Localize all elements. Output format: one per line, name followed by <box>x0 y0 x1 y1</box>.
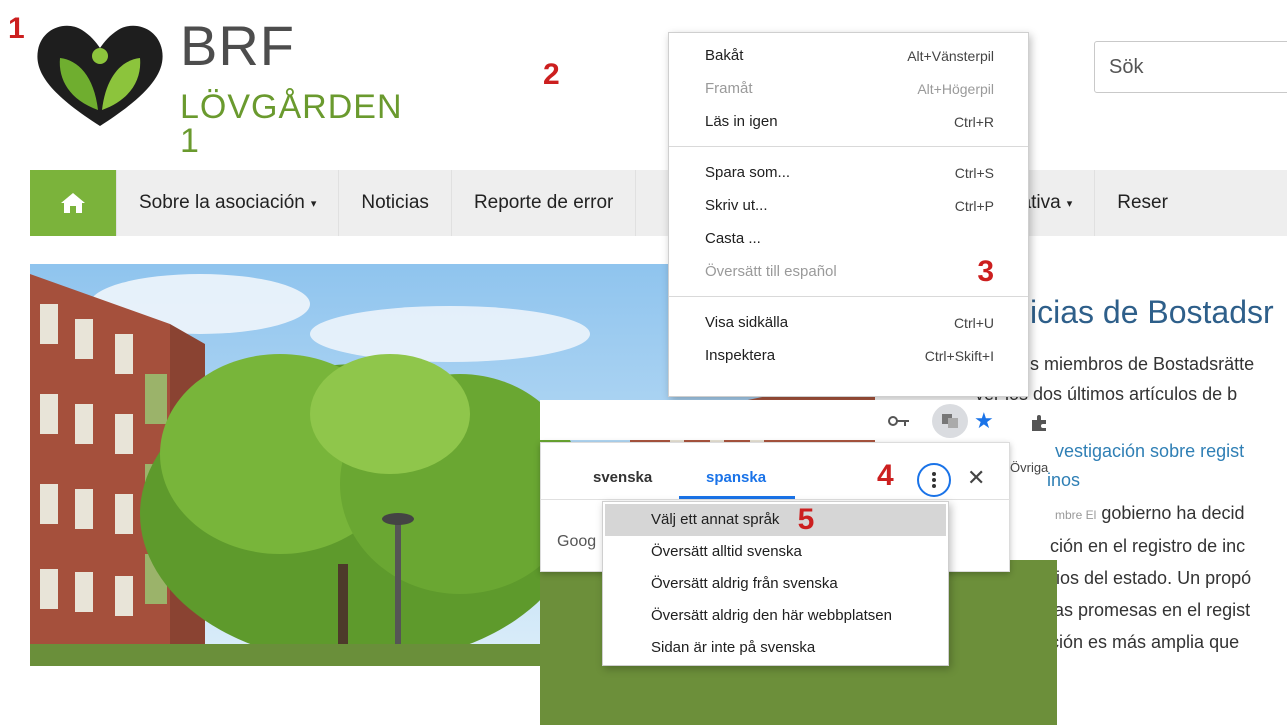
caret-down-icon: ▾ <box>1066 197 1073 210</box>
other-bookmarks-label[interactable]: Övriga <box>1010 460 1048 475</box>
tab-divider <box>541 499 1011 500</box>
menu-separator <box>669 296 1028 297</box>
nav-item-about[interactable]: Sobre la asociación ▾ <box>116 170 340 236</box>
key-icon[interactable] <box>888 414 910 432</box>
menu-item-label: Spara som... <box>705 164 791 181</box>
translate-icon[interactable] <box>932 404 968 438</box>
menu-item-page-not-swedish[interactable]: Sidan är inte på svenska <box>603 632 948 664</box>
menu-item-label: Välj ett annat språk <box>651 511 780 528</box>
main-nav: Sobre la asociación ▾ Noticias Reporte d… <box>30 170 1287 236</box>
search-input[interactable]: Sök <box>1094 41 1287 93</box>
menu-item-shortcut: Ctrl+U <box>953 314 994 331</box>
menu-item-save-as[interactable]: Spara som... Ctrl+S <box>669 156 1028 189</box>
menu-item-back[interactable]: Bakåt Alt+Vänsterpil <box>669 39 1028 72</box>
menu-item-always-translate[interactable]: Översätt alltid svenska <box>603 536 948 568</box>
news-article-link[interactable]: vestigación sobre regist <box>1055 441 1244 462</box>
nav-home[interactable] <box>30 170 116 236</box>
menu-separator <box>669 146 1028 147</box>
translate-options-button[interactable] <box>917 463 951 497</box>
menu-item-inspect[interactable]: Inspektera Ctrl+Skift+I <box>669 339 1028 372</box>
menu-item-label: Översätt till español <box>705 263 837 280</box>
news-body-line: mbre El gobierno ha decid <box>1055 503 1244 524</box>
step-marker-4: 4 <box>877 459 894 492</box>
news-body-line: rios del estado. Un propó <box>1050 568 1252 588</box>
menu-item-reload[interactable]: Läs in igen Ctrl+R <box>669 105 1028 138</box>
tab-spanska[interactable]: spanska <box>706 469 766 486</box>
news-body-line: ción en el registro de inc <box>1050 536 1246 556</box>
menu-item-shortcut: Ctrl+R <box>953 113 994 130</box>
nav-item-reservations[interactable]: Reser <box>1095 170 1190 236</box>
menu-item-choose-language[interactable]: Välj ett annat språk 5 <box>605 504 946 536</box>
step-marker-3: 3 <box>977 254 994 288</box>
menu-item-print[interactable]: Skriv ut... Ctrl+P <box>669 189 1028 222</box>
nav-item-label: Sobre la asociación <box>139 192 305 213</box>
site-logo[interactable]: BRF LÖVGÅRDEN 1 <box>30 8 428 158</box>
extensions-puzzle-icon[interactable] <box>1030 414 1050 437</box>
browser-toolbar-strip <box>540 400 1110 440</box>
menu-item-forward[interactable]: Framåt Alt+Högerpil <box>669 72 1028 105</box>
menu-item-shortcut: Alt+Högerpil <box>917 80 994 97</box>
menu-item-view-source[interactable]: Visa sidkälla Ctrl+U <box>669 306 1028 339</box>
translate-options-menu: Välj ett annat språk 5 Översätt alltid s… <box>602 501 949 666</box>
brand-subtitle: LÖVGÅRDEN 1 <box>180 88 403 160</box>
step-marker-1: 1 <box>8 12 25 45</box>
menu-item-cast[interactable]: Casta ... <box>669 222 1028 255</box>
nav-item-error-report[interactable]: Reporte de error <box>452 170 637 236</box>
news-body-line: las promesas en el regist <box>1050 600 1251 620</box>
news-intro-line: s miembros de Bostadsrätte <box>1030 354 1255 374</box>
google-translate-label: Goog <box>557 533 597 550</box>
step-marker-5: 5 <box>797 503 815 537</box>
menu-item-label: Läs in igen <box>705 113 778 130</box>
menu-item-shortcut: Ctrl+P <box>954 197 994 214</box>
menu-item-translate[interactable]: Översätt till español 3 <box>669 255 1028 288</box>
browser-context-menu: Bakåt Alt+Vänsterpil Framåt Alt+Högerpil… <box>668 32 1029 397</box>
menu-item-label: Visa sidkälla <box>705 314 789 331</box>
bookmark-star-icon[interactable]: ★ <box>974 408 994 434</box>
news-date: mbre El <box>1055 508 1097 522</box>
menu-item-label: Casta ... <box>705 230 761 247</box>
menu-item-label: Framåt <box>705 80 753 97</box>
menu-item-shortcut: Ctrl+S <box>954 164 994 181</box>
menu-item-never-translate-site[interactable]: Översätt aldrig den här webbplatsen <box>603 600 948 632</box>
nav-item-label: Reser <box>1117 192 1168 213</box>
more-vertical-icon <box>932 472 936 488</box>
tab-svenska[interactable]: svenska <box>593 469 652 486</box>
menu-item-never-translate-language[interactable]: Översätt aldrig från svenska <box>603 568 948 600</box>
menu-item-shortcut: Alt+Vänsterpil <box>907 47 994 64</box>
brand-title: BRF <box>180 14 295 77</box>
news-heading: icias de Bostadsr <box>1030 294 1274 330</box>
step-marker-2: 2 <box>543 58 560 91</box>
nav-item-label: Noticias <box>361 192 429 213</box>
caret-down-icon: ▾ <box>310 197 317 210</box>
news-body-line: ción es más amplia que <box>1050 632 1240 652</box>
heart-leaf-logo-icon <box>37 25 163 127</box>
menu-item-label: Bakåt <box>705 47 744 64</box>
home-icon <box>61 193 85 213</box>
news-article-link[interactable]: inos <box>1047 470 1080 491</box>
news-body-text: gobierno ha decid <box>1101 503 1245 523</box>
menu-item-shortcut: Ctrl+Skift+I <box>924 347 994 364</box>
menu-item-label: Inspektera <box>705 347 776 364</box>
nav-item-news[interactable]: Noticias <box>339 170 452 236</box>
menu-item-label: Skriv ut... <box>705 197 768 214</box>
close-icon[interactable]: ✕ <box>967 465 985 491</box>
nav-item-label: Reporte de error <box>473 192 614 213</box>
